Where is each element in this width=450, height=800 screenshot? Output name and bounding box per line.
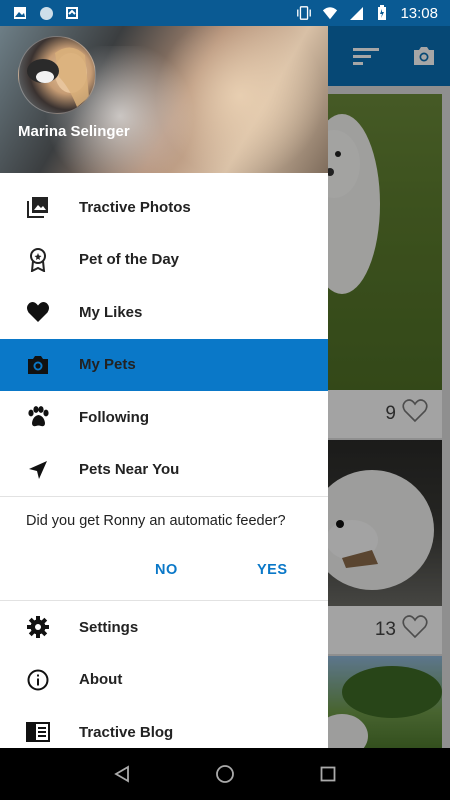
back-icon[interactable] bbox=[110, 762, 134, 786]
sync-icon bbox=[64, 5, 80, 21]
navigation-drawer: Marina Selinger Tractive Photos Pet of t… bbox=[0, 26, 328, 748]
user-name: Marina Selinger bbox=[18, 123, 130, 140]
menu-item-pet-of-the-day[interactable]: Pet of the Day bbox=[0, 234, 328, 287]
recents-icon[interactable] bbox=[316, 762, 340, 786]
navigation-icon bbox=[26, 458, 50, 482]
avatar[interactable] bbox=[18, 36, 96, 114]
prompt-question: Did you get Ronny an automatic feeder? bbox=[26, 513, 286, 529]
blog-icon bbox=[26, 720, 50, 744]
status-bar: 13:08 bbox=[0, 0, 450, 26]
award-icon bbox=[26, 247, 50, 272]
heart-icon bbox=[26, 300, 50, 324]
menu-item-label: My Pets bbox=[79, 356, 136, 374]
menu-item-my-pets[interactable]: My Pets bbox=[0, 338, 328, 391]
menu-item-tractive-blog[interactable]: Tractive Blog bbox=[0, 706, 328, 748]
feeder-prompt: Did you get Ronny an automatic feeder? N… bbox=[0, 497, 328, 600]
menu-item-following[interactable]: Following bbox=[0, 391, 328, 444]
menu-item-label: Following bbox=[79, 408, 149, 426]
menu-item-label: About bbox=[79, 671, 123, 689]
info-icon bbox=[26, 668, 50, 692]
menu-item-tractive-photos[interactable]: Tractive Photos bbox=[0, 181, 328, 234]
drawer-footer-menu: Settings About Tractive Blog bbox=[0, 601, 328, 748]
gear-icon bbox=[26, 615, 50, 639]
menu-item-settings[interactable]: Settings bbox=[0, 601, 328, 654]
menu-item-label: My Likes bbox=[79, 303, 143, 321]
menu-item-label: Tractive Blog bbox=[79, 723, 174, 741]
system-nav-bar bbox=[0, 748, 450, 800]
photo-library-icon bbox=[26, 195, 50, 219]
menu-item-about[interactable]: About bbox=[0, 654, 328, 707]
menu-item-my-likes[interactable]: My Likes bbox=[0, 286, 328, 339]
menu-item-label: Pets Near You bbox=[79, 461, 180, 479]
status-time: 13:08 bbox=[400, 4, 438, 22]
image-icon bbox=[12, 5, 28, 21]
signal-icon bbox=[348, 5, 364, 21]
drawer-scrim[interactable] bbox=[328, 26, 450, 748]
menu-item-label: Settings bbox=[79, 618, 139, 636]
no-button[interactable]: NO bbox=[155, 562, 178, 578]
vibrate-icon bbox=[296, 5, 312, 21]
menu-item-pets-near-you[interactable]: Pets Near You bbox=[0, 444, 328, 497]
drawer-menu: Tractive Photos Pet of the Day My Likes … bbox=[0, 173, 328, 496]
home-icon[interactable] bbox=[213, 762, 237, 786]
menu-item-label: Pet of the Day bbox=[79, 251, 180, 269]
paw-icon bbox=[26, 405, 50, 429]
wifi-icon bbox=[322, 5, 338, 21]
battery-icon bbox=[374, 5, 390, 21]
camera-icon bbox=[26, 353, 50, 377]
yes-button[interactable]: YES bbox=[257, 562, 288, 578]
circle-icon bbox=[38, 5, 54, 21]
drawer-header: Marina Selinger bbox=[0, 26, 328, 173]
menu-item-label: Tractive Photos bbox=[79, 198, 191, 216]
